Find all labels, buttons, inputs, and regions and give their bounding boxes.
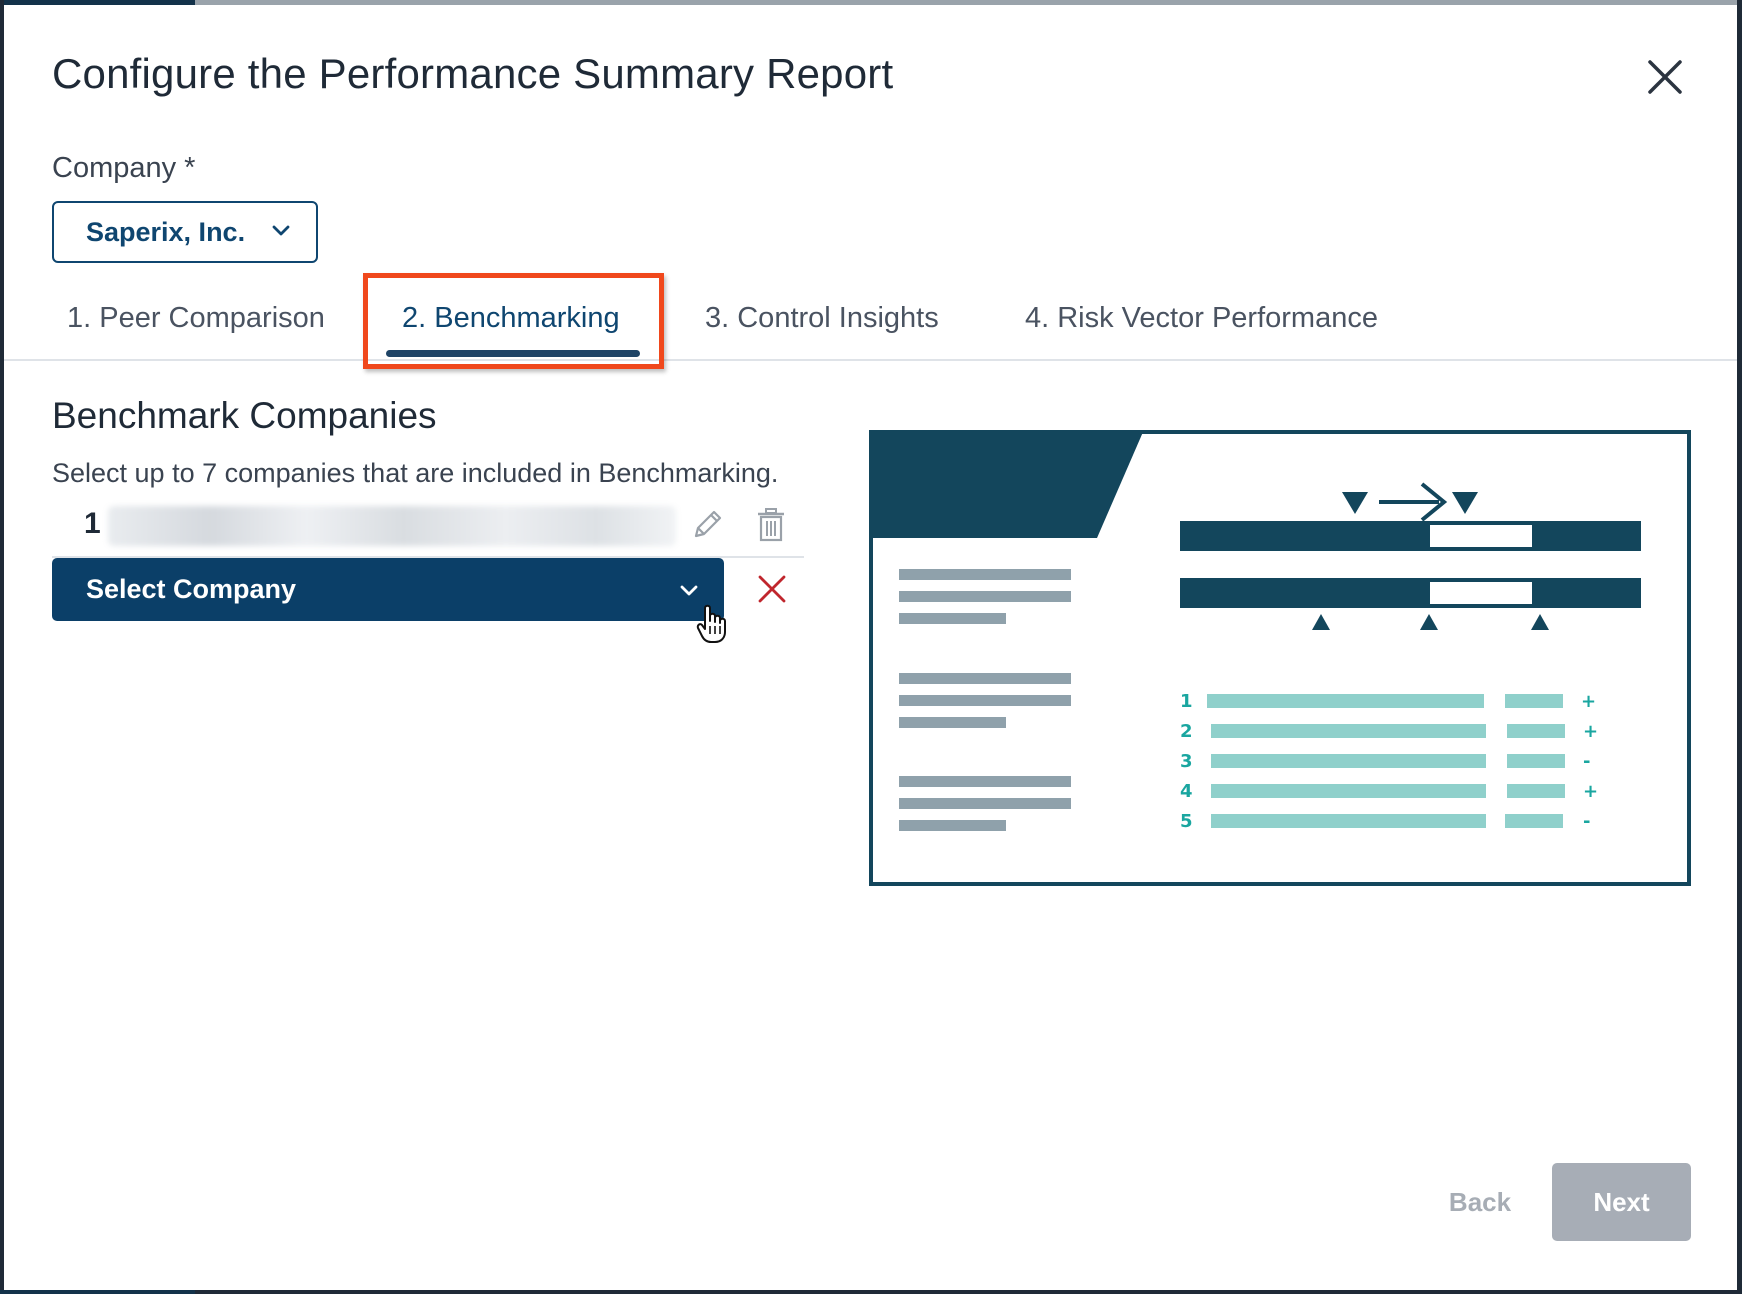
report-preview-illustration: 1 + 2 + 3 - 4 + 5 - [869, 430, 1691, 886]
preview-list-sign: - [1583, 751, 1590, 772]
company-select-value: Saperix, Inc. [86, 216, 246, 247]
pencil-icon [694, 510, 722, 538]
tab-peer-comparison[interactable]: 1. Peer Comparison [67, 302, 325, 335]
window-frame-left [0, 0, 4, 1294]
chevron-down-icon [680, 585, 698, 596]
window-frame-top [0, 0, 1742, 5]
close-button[interactable] [1640, 52, 1690, 102]
preview-list-number: 2 [1180, 721, 1193, 742]
blurred-company-name [108, 506, 676, 546]
tab-risk-vector-performance[interactable]: 4. Risk Vector Performance [1025, 302, 1378, 335]
window-frame-top-accent [0, 0, 195, 5]
preview-list-number: 4 [1180, 781, 1193, 802]
section-title: Benchmark Companies [52, 395, 437, 436]
company-label: Company * [52, 152, 196, 184]
window-frame-bottom-accent [0, 1290, 195, 1294]
delete-button[interactable] [755, 507, 787, 543]
x-icon [758, 575, 786, 603]
window-frame-right [1737, 0, 1742, 1294]
chevron-down-icon [272, 225, 290, 236]
preview-list-number: 3 [1180, 751, 1193, 772]
edit-button[interactable] [690, 508, 724, 542]
select-company-dropdown[interactable]: Select Company [52, 558, 724, 621]
back-button[interactable]: Back [1440, 1163, 1520, 1241]
preview-list-sign: + [1581, 691, 1596, 712]
hand-pointer-icon [696, 604, 730, 644]
preview-header-block [871, 432, 1143, 538]
preview-list-sign: - [1583, 811, 1590, 832]
company-select[interactable]: Saperix, Inc. [52, 201, 318, 263]
benchmark-row-index: 1 [84, 507, 101, 540]
remove-row-button[interactable] [757, 574, 787, 604]
trash-icon [758, 508, 784, 542]
tabs-divider [4, 359, 1737, 361]
next-button[interactable]: Next [1552, 1163, 1691, 1241]
tab-callout-highlight [363, 273, 664, 369]
close-icon [1648, 60, 1682, 94]
dialog-title: Configure the Performance Summary Report [52, 50, 894, 97]
preview-list-sign: + [1583, 781, 1598, 802]
tab-control-insights[interactable]: 3. Control Insights [705, 302, 939, 335]
window-frame-bottom [0, 1290, 1742, 1294]
preview-list-sign: + [1583, 721, 1598, 742]
preview-list-number: 1 [1180, 691, 1193, 712]
preview-list-number: 5 [1180, 811, 1193, 832]
section-description: Select up to 7 companies that are includ… [52, 458, 779, 488]
select-company-label: Select Company [86, 574, 297, 604]
